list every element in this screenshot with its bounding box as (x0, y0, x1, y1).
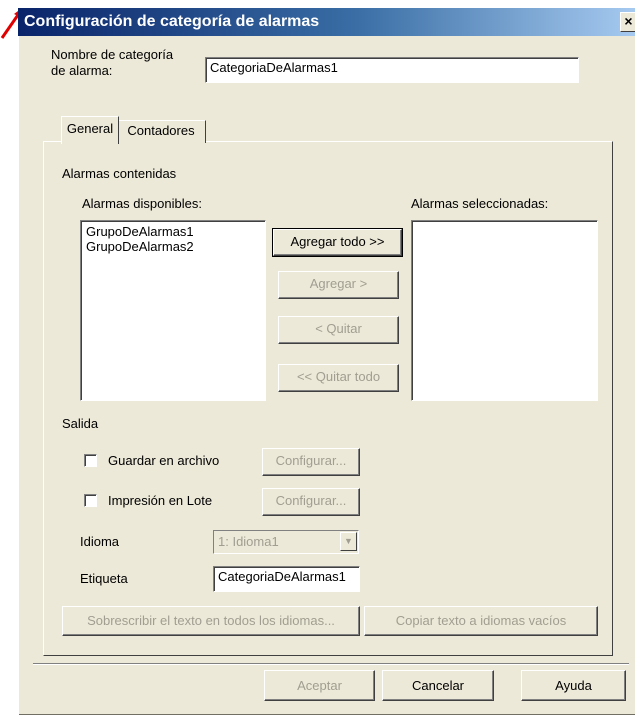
available-alarms-list[interactable]: GrupoDeAlarmas1 GrupoDeAlarmas2 (80, 220, 266, 401)
tag-label: Etiqueta (80, 571, 128, 586)
language-select-value: 1: Idioma1 (218, 534, 279, 549)
tab-contadores[interactable]: Contadores (117, 120, 206, 143)
overwrite-all-languages-button[interactable]: Sobrescribir el texto en todos los idiom… (62, 606, 360, 636)
available-alarms-label: Alarmas disponibles: (82, 196, 202, 211)
batch-print-checkbox[interactable] (84, 494, 97, 507)
close-button[interactable]: × (620, 12, 635, 32)
language-select[interactable]: 1: Idioma1 ▼ (213, 530, 359, 554)
tag-input[interactable]: CategoriaDeAlarmas1 (213, 566, 360, 592)
list-item[interactable]: GrupoDeAlarmas2 (86, 239, 260, 254)
configure-batch-button[interactable]: Configurar... (262, 488, 360, 516)
contained-alarms-label: Alarmas contenidas (62, 166, 177, 181)
output-label: Salida (62, 416, 99, 431)
save-to-file-label[interactable]: Guardar en archivo (108, 453, 219, 468)
window-title: Configuración de categoría de alarmas (24, 13, 320, 30)
add-all-button[interactable]: Agregar todo >> (272, 228, 403, 257)
tab-general[interactable]: General (61, 116, 119, 144)
help-button[interactable]: Ayuda (521, 670, 626, 701)
category-name-label-line2: de alarma: (51, 63, 113, 78)
add-button[interactable]: Agregar > (278, 271, 399, 299)
category-name-label-line1: Nombre de categoría (51, 47, 174, 62)
remove-button[interactable]: < Quitar (278, 316, 399, 344)
copy-to-empty-languages-button[interactable]: Copiar texto a idiomas vacíos (364, 606, 598, 636)
remove-all-button[interactable]: << Quitar todo (278, 364, 399, 392)
selected-alarms-list[interactable] (411, 220, 598, 401)
list-item[interactable]: GrupoDeAlarmas1 (86, 224, 260, 239)
batch-print-label[interactable]: Impresión en Lote (108, 493, 212, 508)
footer-divider (33, 663, 629, 665)
configure-save-button[interactable]: Configurar... (262, 448, 360, 476)
save-to-file-checkbox[interactable] (84, 454, 97, 467)
chevron-down-icon[interactable]: ▼ (340, 532, 357, 551)
selected-alarms-label: Alarmas seleccionadas: (411, 196, 549, 211)
cancel-button[interactable]: Cancelar (382, 670, 494, 701)
accept-button[interactable]: Aceptar (264, 670, 375, 701)
language-label: Idioma (80, 534, 120, 549)
category-name-input[interactable]: CategoriaDeAlarmas1 (205, 57, 579, 83)
